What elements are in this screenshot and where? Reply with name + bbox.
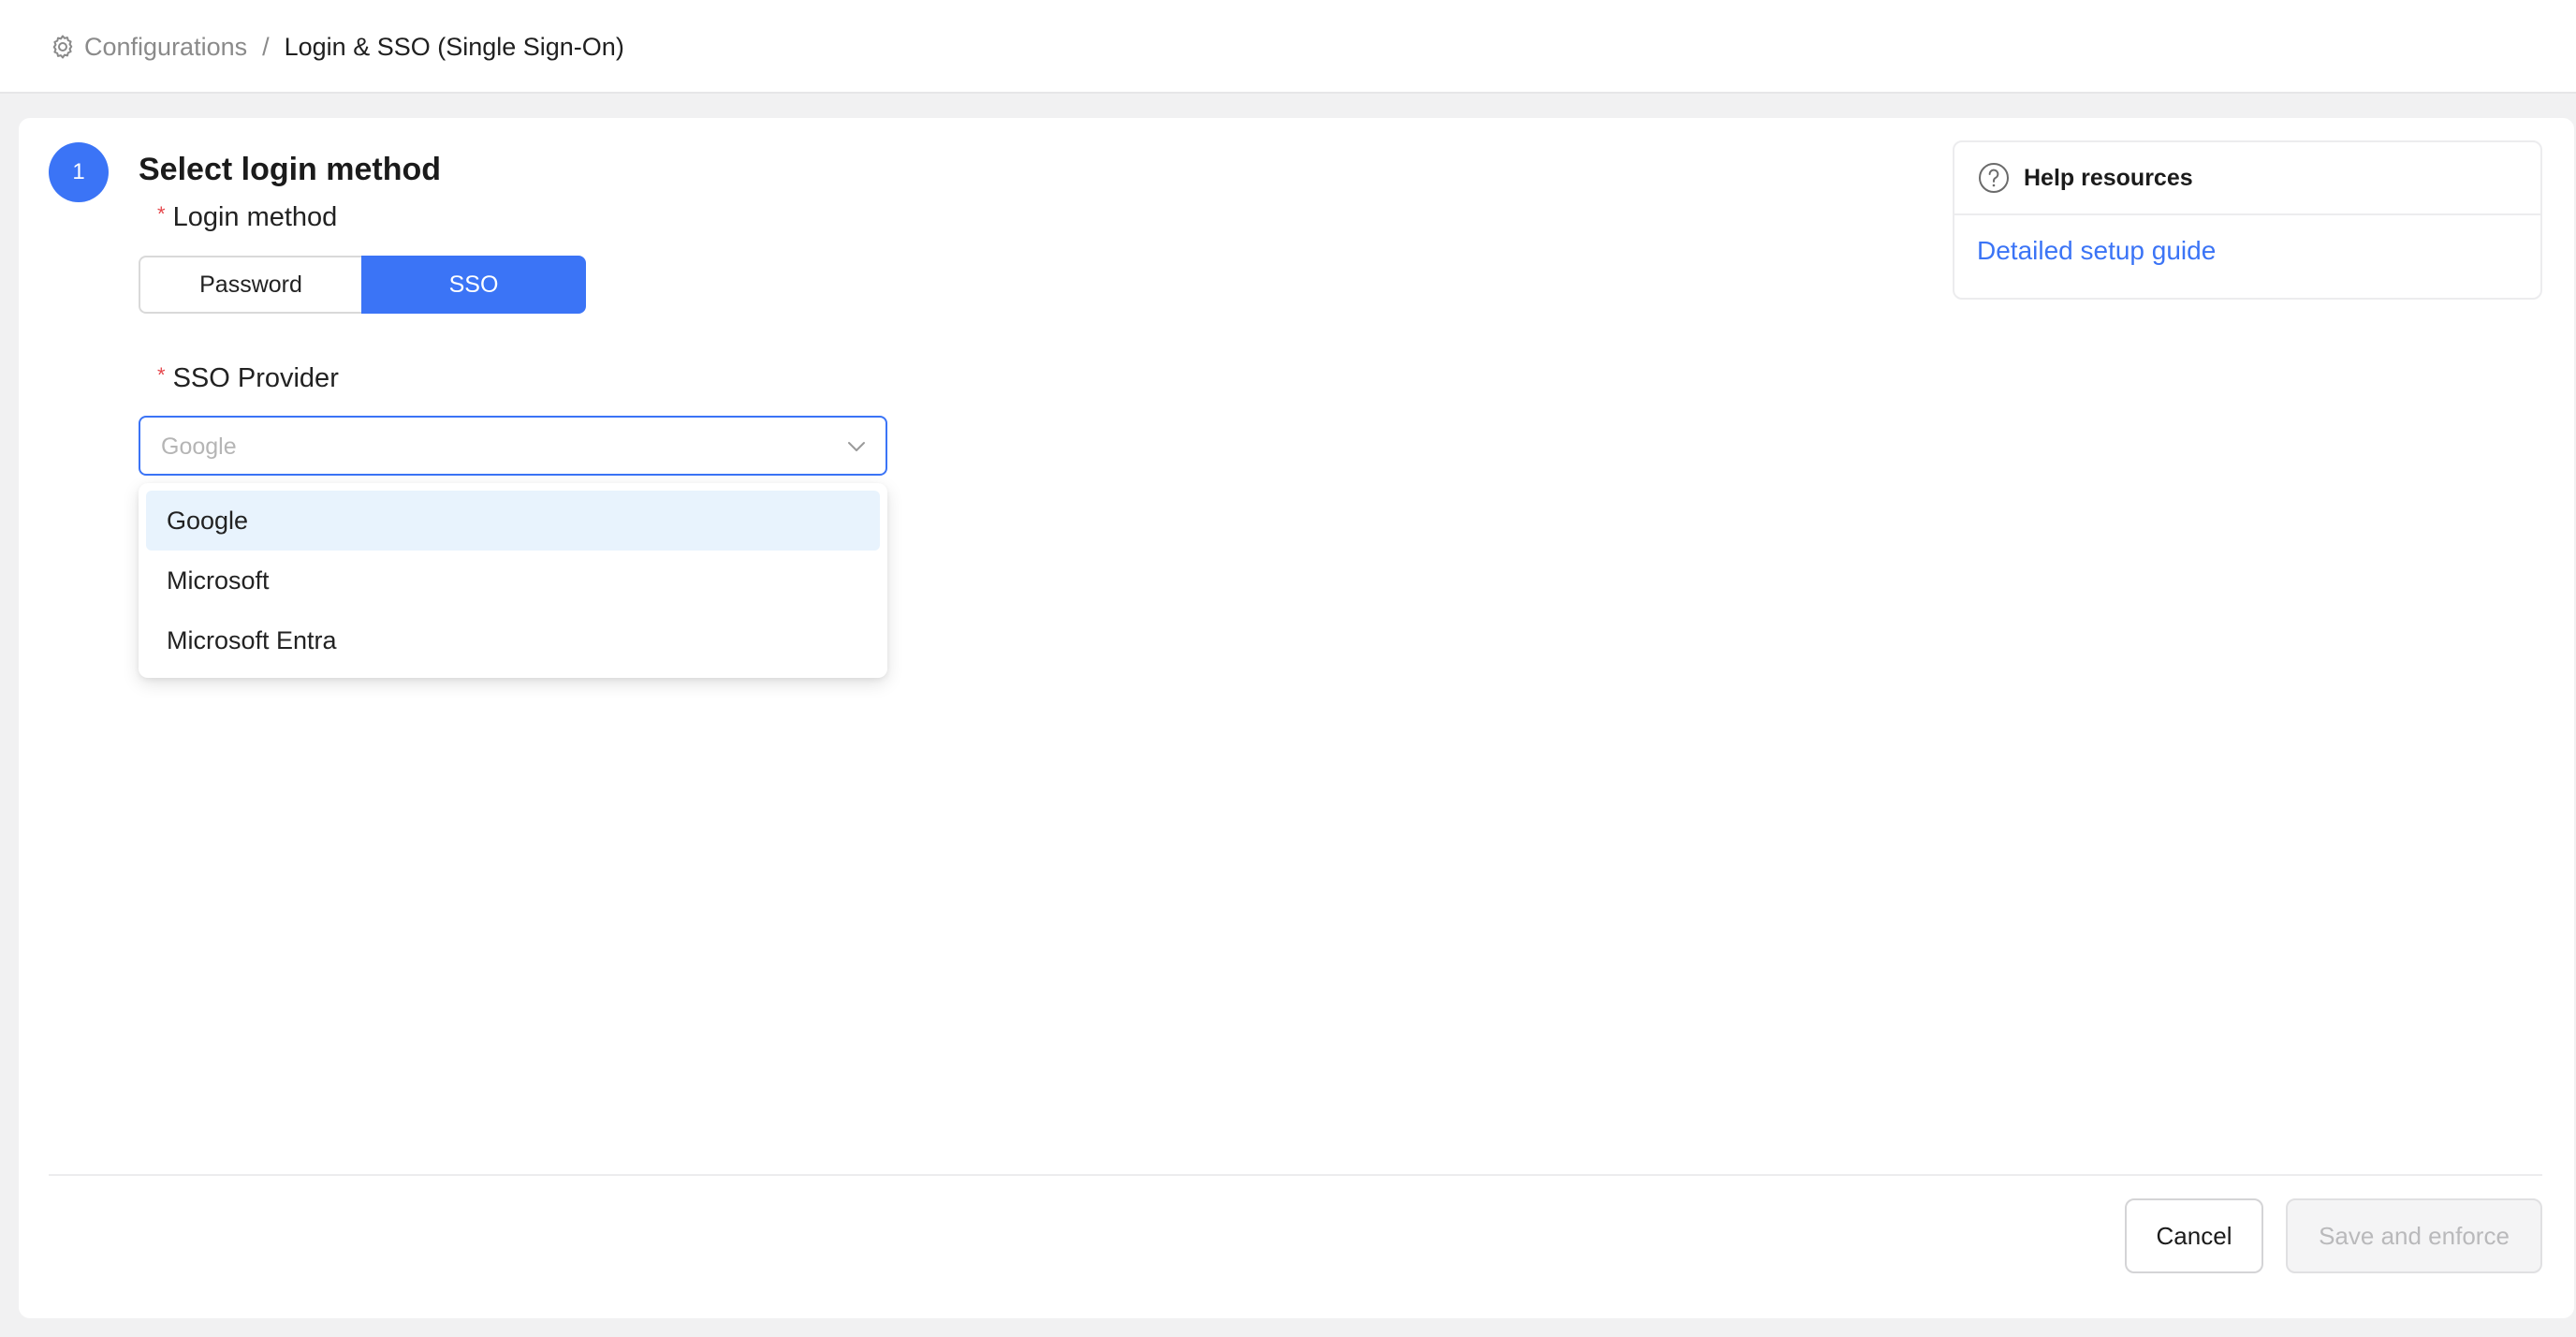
login-method-label-text: Login method: [172, 202, 338, 232]
login-method-sso-button[interactable]: SSO: [361, 256, 586, 314]
required-mark: *: [157, 202, 166, 226]
step-number-badge: 1: [49, 142, 109, 202]
main-card: 1 Select login method * Login method Pass…: [19, 118, 2574, 1318]
step-title: Select login method: [139, 152, 442, 187]
login-method-label: * Login method: [157, 202, 337, 233]
footer-divider: [49, 1174, 2542, 1176]
sso-provider-placeholder: Google: [161, 433, 237, 460]
breadcrumb-separator: /: [262, 32, 270, 61]
help-resources-header: Help resources: [1954, 142, 2540, 215]
breadcrumb: Configurations / Login & SSO (Single Sig…: [49, 28, 624, 66]
dropdown-option-google[interactable]: Google: [146, 491, 880, 551]
required-mark: *: [157, 363, 166, 387]
question-circle-icon: [1977, 161, 2011, 195]
sso-provider-label: * SSO Provider: [157, 363, 339, 394]
login-method-toggle: Password SSO: [139, 256, 586, 314]
detailed-setup-guide-link[interactable]: Detailed setup guide: [1977, 236, 2216, 266]
save-and-enforce-button[interactable]: Save and enforce: [2286, 1198, 2542, 1273]
chevron-down-icon: [846, 436, 867, 457]
breadcrumb-current: Login & SSO (Single Sign-On): [284, 32, 624, 61]
top-bar: Configurations / Login & SSO (Single Sig…: [0, 0, 2576, 94]
dropdown-option-microsoft-entra[interactable]: Microsoft Entra: [146, 610, 880, 670]
dropdown-option-microsoft[interactable]: Microsoft: [146, 551, 880, 610]
sso-provider-dropdown: Google Microsoft Microsoft Entra: [139, 483, 887, 678]
login-method-password-button[interactable]: Password: [139, 256, 361, 314]
help-resources-panel: Help resources Detailed setup guide: [1953, 140, 2542, 300]
sso-provider-select[interactable]: Google: [139, 416, 887, 476]
breadcrumb-configurations[interactable]: Configurations: [84, 33, 247, 62]
sso-provider-label-text: SSO Provider: [172, 363, 339, 393]
help-resources-title: Help resources: [2024, 164, 2193, 191]
gear-icon[interactable]: [49, 33, 77, 61]
cancel-button[interactable]: Cancel: [2125, 1198, 2263, 1273]
